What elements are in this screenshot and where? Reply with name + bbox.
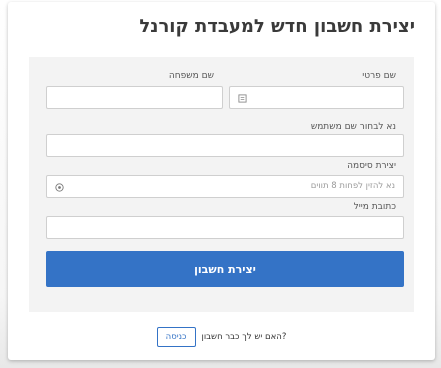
eye-icon[interactable] bbox=[53, 181, 65, 193]
signup-card: יצירת חשבון חדש למעבדת קורנל שם פרטי שם … bbox=[8, 2, 435, 360]
email-label: כתובת מייל bbox=[353, 202, 396, 212]
login-button[interactable]: כניסה bbox=[156, 327, 196, 347]
last-name-label: שם משפחה bbox=[168, 71, 214, 81]
username-field[interactable] bbox=[46, 134, 404, 157]
id-card-icon bbox=[236, 92, 248, 104]
footer: ?האם יש לך כבר חשבון כניסה bbox=[8, 324, 435, 350]
password-field[interactable]: נא להזין לפחות 8 תווים bbox=[46, 175, 404, 198]
password-label: יצירת סיסמה bbox=[347, 161, 396, 171]
password-placeholder: נא להזין לפחות 8 תווים bbox=[310, 181, 395, 191]
signup-form: שם פרטי שם משפחה נא לבחור שם משתמש יצירת… bbox=[29, 57, 414, 312]
first-name-label: שם פרטי bbox=[362, 71, 396, 81]
first-name-field[interactable] bbox=[229, 86, 404, 109]
page-background: יצירת חשבון חדש למעבדת קורנל שם פרטי שם … bbox=[0, 0, 441, 368]
username-label: נא לבחור שם משתמש bbox=[310, 122, 396, 132]
create-account-button[interactable]: יצירת חשבון bbox=[46, 251, 404, 287]
email-field[interactable] bbox=[46, 216, 404, 239]
have-account-text: ?האם יש לך כבר חשבון bbox=[201, 332, 287, 342]
page-title: יצירת חשבון חדש למעבדת קורנל bbox=[139, 16, 415, 37]
last-name-field[interactable] bbox=[46, 86, 223, 109]
